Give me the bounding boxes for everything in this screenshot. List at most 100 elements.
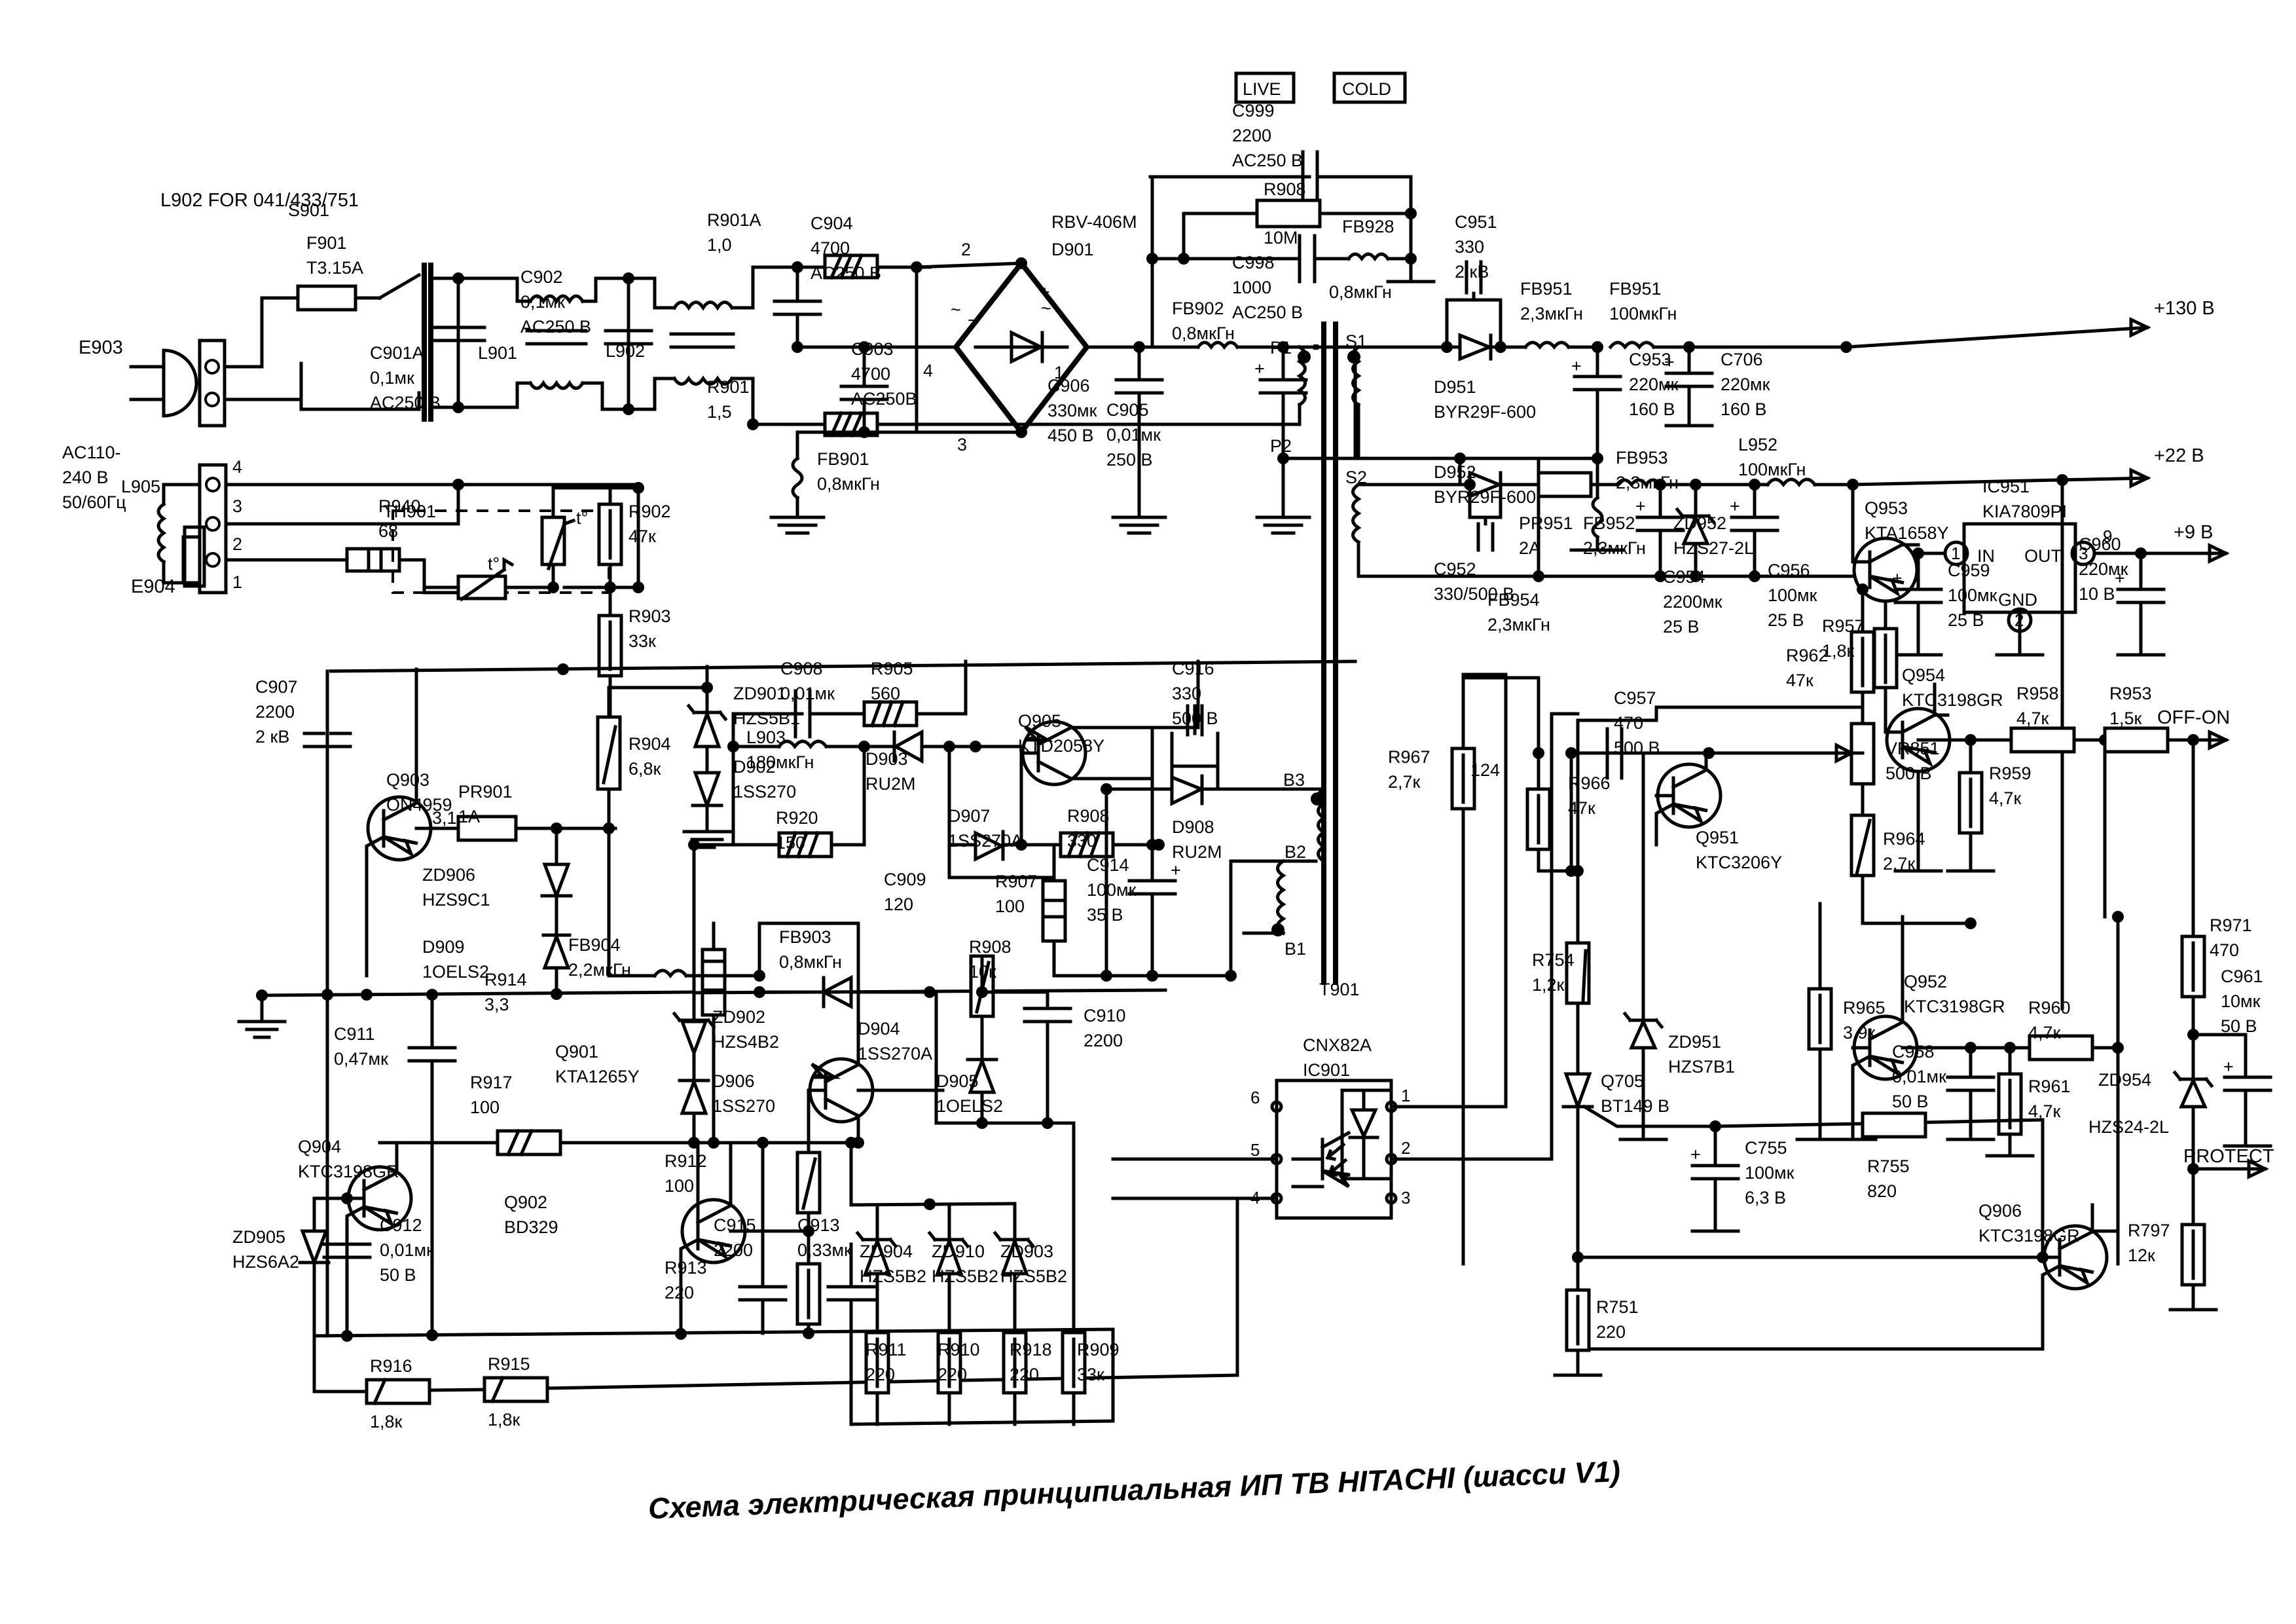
label-tdeg1: t° [488, 554, 500, 574]
label-c956-v1: 100мк [1768, 585, 1817, 605]
label-fb951b-ref: FB951 [1609, 279, 1662, 299]
optocoupler-section [1111, 673, 1580, 1220]
label-ic901-part: CNX82A [1303, 1035, 1372, 1055]
label-fb953-ref: FB953 [1616, 448, 1668, 468]
label-c910-ref: C910 [1084, 1006, 1126, 1025]
label-q905-ref: Q905 [1018, 711, 1061, 731]
label-c901a-ref: C901A [370, 343, 424, 363]
label-d903-val: RU2M [866, 774, 916, 794]
label-r751-ref: R751 [1596, 1297, 1639, 1317]
label-r797-val: 12к [2128, 1246, 2155, 1265]
component-labels: L902 FOR 041/433/751 E903 AC110- 240 В 5… [62, 79, 2274, 1431]
label-c916-v2: 500 В [1172, 709, 1218, 728]
label-c914-ref: C914 [1087, 855, 1129, 875]
label-zd952-ref: ZD952 [1673, 513, 1726, 533]
label-r910-ref: R910 [938, 1340, 980, 1359]
label-r918-ref: R918 [1010, 1340, 1052, 1359]
label-r907-ref: R907 [995, 872, 1038, 891]
label-b1: B1 [1285, 939, 1306, 959]
label-q901-val: KTA1265Y [555, 1067, 640, 1086]
label-pr901-ref: PR901 [458, 782, 513, 802]
label-fb903-ref: FB903 [779, 927, 831, 947]
label-pr951-ref: PR951 [1519, 513, 1573, 533]
label-d903-ref: D903 [866, 749, 908, 769]
label-p1: P1 [1270, 338, 1292, 358]
label-q951-val: KTC3206Y [1696, 853, 1782, 872]
label-r918-val: 220 [1010, 1365, 1039, 1384]
label-c951-v1: 330 [1455, 237, 1484, 257]
ic901-pin1: 1 [1401, 1086, 1410, 1105]
label-q901-ref: Q901 [555, 1042, 598, 1061]
schematic-canvas: + + + + + + + + + + L902 FOR 041/433/751… [62, 71, 2274, 1525]
label-c905-ref: C905 [1106, 400, 1149, 420]
label-r751-val: 220 [1596, 1322, 1626, 1342]
label-d907-ref: D907 [948, 806, 991, 826]
label-q903-pins: 3,1 [432, 808, 457, 828]
label-zd905-val: HZS6A2 [232, 1252, 299, 1272]
label-r916-val: 1,8к [370, 1412, 403, 1431]
label-r901a-ref: R901A [707, 210, 761, 230]
label-vr851-ref: VR851 [1886, 739, 1940, 758]
label-c953-ref: C953 [1629, 350, 1671, 369]
label-r754-ref: R754 [1532, 950, 1575, 970]
label-c910-val: 2200 [1084, 1031, 1123, 1050]
label-r961-val: 4,7к [2028, 1101, 2061, 1121]
label-r961-ref: R961 [2028, 1077, 2071, 1096]
label-r913-val: 220 [665, 1283, 694, 1302]
label-c958-ref: C958 [1892, 1042, 1935, 1061]
label-r911-ref: R911 [866, 1340, 907, 1359]
label-r902-ref: R902 [629, 502, 671, 521]
label-q903-ref: Q903 [386, 770, 429, 790]
label-r957-ref: R957 [1822, 616, 1865, 636]
svg-text:+: + [1171, 860, 1181, 880]
label-r917-val: 100 [470, 1098, 500, 1117]
label-zd954-ref: ZD954 [2098, 1070, 2151, 1090]
label-l952-val: 100мкГн [1738, 460, 1806, 479]
label-r908-val: 10M [1264, 228, 1298, 248]
label-c908-val: 0,01мк [780, 684, 835, 703]
label-ic951-out: OUT [2024, 546, 2062, 566]
label-r940-ref: R940 [378, 496, 421, 516]
label-c913-val: 0,33мк [797, 1240, 852, 1260]
label-supply-2: 240 В [62, 468, 109, 487]
label-fb954-ref: FB954 [1487, 590, 1540, 610]
label-l903-ref: L903 [746, 728, 786, 747]
label-c903-v2: AC250B [851, 389, 917, 409]
label-c906-v2: 450 В [1048, 426, 1094, 445]
label-q905-val: KTD2058Y [1018, 736, 1104, 756]
label-c960-v2: 10 В [2079, 584, 2115, 604]
label-c904-v1: 4700 [811, 238, 850, 258]
rail-22v: +22 В [2154, 445, 2204, 466]
label-c956-ref: C956 [1768, 561, 1810, 580]
label-c957-v1: 470 [1614, 713, 1643, 733]
label-zd951-ref: ZD951 [1668, 1032, 1721, 1052]
label-r912-ref: R912 [665, 1151, 707, 1171]
label-r959-val: 4,7к [1989, 788, 2022, 808]
tag-live: LIVE [1243, 79, 1281, 99]
label-r913-ref: R913 [665, 1258, 707, 1278]
label-b3: B3 [1283, 770, 1305, 790]
label-d905-ref: D905 [936, 1071, 979, 1091]
label-c954-ref: C954 [1663, 567, 1705, 587]
label-r920-ref: R920 [776, 808, 818, 828]
label-q902-val: BD329 [504, 1217, 558, 1237]
label-c953-v1: 220мк [1629, 375, 1679, 394]
pin-2: 2 [232, 534, 242, 554]
transformer-t901 [1019, 322, 1429, 985]
label-fb951a-val: 2,3мкГн [1520, 304, 1583, 323]
label-r914-ref: R914 [484, 970, 527, 989]
label-r960-ref: R960 [2028, 998, 2071, 1018]
label-q951-ref: Q951 [1696, 828, 1739, 847]
label-fb901-ref: FB901 [817, 449, 869, 469]
label-d905-val: 1OELS2 [936, 1096, 1003, 1116]
label-r940-val: 68 [378, 521, 398, 541]
label-vr851-val: 500 В [1886, 764, 1932, 783]
label-r971-val: 470 [2210, 940, 2239, 960]
rail-protect: PROTECT [2183, 1146, 2274, 1167]
label-c959-ref: C959 [1948, 561, 1990, 580]
label-c906-ref: C906 [1048, 376, 1090, 396]
label-c914-v1: 100мк [1087, 880, 1137, 900]
label-c951-ref: C951 [1455, 212, 1497, 232]
tag-cold: COLD [1342, 79, 1391, 99]
label-zd954-val: HZS24-2L [2088, 1117, 2169, 1137]
